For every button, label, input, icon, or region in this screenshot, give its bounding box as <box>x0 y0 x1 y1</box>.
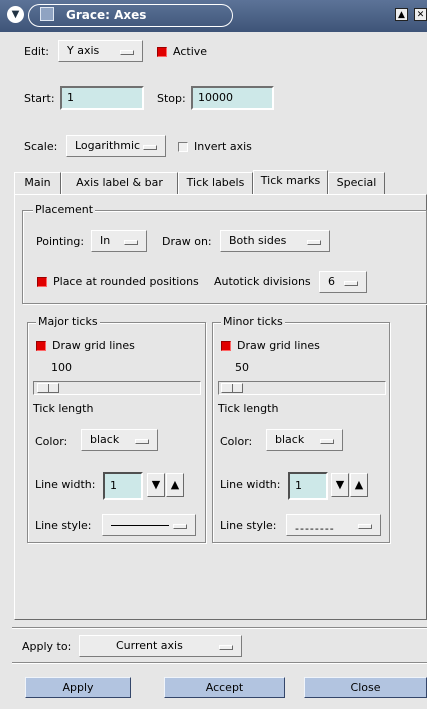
dropdown-indicator-icon <box>173 524 187 529</box>
minor-ticks-title: Minor ticks <box>221 315 285 328</box>
minor-line-style-select[interactable]: -------- <box>286 514 381 536</box>
minor-color-value: black <box>275 433 305 446</box>
autotick-value: 6 <box>328 275 335 288</box>
chevron-down-icon[interactable]: ▼ <box>7 6 24 23</box>
invert-axis-label: Invert axis <box>194 140 252 153</box>
apply-to-select[interactable]: Current axis <box>79 635 242 657</box>
invert-axis-checkbox[interactable] <box>178 142 188 152</box>
major-ticks-title: Major ticks <box>36 315 100 328</box>
maximize-icon[interactable]: ▲ <box>395 8 408 21</box>
accept-button[interactable]: Accept <box>164 677 285 698</box>
apply-button[interactable]: Apply <box>25 677 131 698</box>
arrow-down-icon[interactable]: ▼ <box>147 473 165 497</box>
major-tick-length-label: Tick length <box>33 402 94 415</box>
pointing-value: In <box>100 234 111 247</box>
stop-label: Stop: <box>157 92 186 105</box>
pointing-label: Pointing: <box>36 235 85 248</box>
stop-input[interactable]: 10000 <box>191 86 274 110</box>
major-color-label: Color: <box>35 435 68 448</box>
close-button[interactable]: Close <box>304 677 427 698</box>
dropdown-indicator-icon <box>120 50 134 55</box>
close-icon[interactable]: ✕ <box>414 8 427 21</box>
arrow-up-icon[interactable]: ▲ <box>350 473 368 497</box>
tab-special[interactable]: Special <box>328 172 385 194</box>
major-line-style-select[interactable] <box>102 514 196 536</box>
arrow-down-icon[interactable]: ▼ <box>331 473 349 497</box>
app-window-icon <box>40 7 54 21</box>
dropdown-indicator-icon <box>135 439 149 444</box>
dropdown-indicator-icon <box>124 240 138 245</box>
major-value: 100 <box>51 361 72 374</box>
major-line-width-input[interactable]: 1 <box>103 472 143 500</box>
minor-grid-label: Draw grid lines <box>237 339 320 352</box>
scale-value: Logarithmic <box>75 139 141 152</box>
minor-color-select[interactable]: black <box>266 429 343 451</box>
minor-tick-length-label: Tick length <box>218 402 279 415</box>
minor-line-style-label: Line style: <box>220 519 277 532</box>
draw-on-label: Draw on: <box>162 235 212 248</box>
minor-value: 50 <box>235 361 249 374</box>
draw-on-select[interactable]: Both sides <box>220 230 330 252</box>
separator <box>12 662 427 664</box>
rounded-positions-label: Place at rounded positions <box>53 275 199 288</box>
major-grid-checkbox[interactable] <box>36 341 46 351</box>
major-line-width-label: Line width: <box>35 478 96 491</box>
slider-thumb[interactable] <box>37 383 59 393</box>
major-tick-length-slider[interactable] <box>33 381 201 395</box>
major-line-style-label: Line style: <box>35 519 92 532</box>
autotick-select[interactable]: 6 <box>319 271 367 293</box>
slider-thumb[interactable] <box>221 383 243 393</box>
scale-select[interactable]: Logarithmic <box>66 135 166 157</box>
major-grid-label: Draw grid lines <box>52 339 135 352</box>
title-bar: ▼ Grace: Axes ▲ ✕ <box>0 0 427 32</box>
tab-main[interactable]: Main <box>14 172 61 194</box>
minor-tick-length-slider[interactable] <box>218 381 386 395</box>
start-label: Start: <box>24 92 55 105</box>
tab-bar: Main Axis label & bar Tick labels Tick m… <box>14 170 427 195</box>
active-checkbox[interactable] <box>157 47 167 57</box>
arrow-up-icon[interactable]: ▲ <box>166 473 184 497</box>
start-input[interactable]: 1 <box>60 86 144 110</box>
autotick-label: Autotick divisions <box>214 275 311 288</box>
active-label: Active <box>173 45 208 58</box>
draw-on-value: Both sides <box>229 234 287 247</box>
minor-grid-checkbox[interactable] <box>221 341 231 351</box>
apply-to-label: Apply to: <box>22 640 72 653</box>
major-color-value: black <box>90 433 120 446</box>
dropdown-indicator-icon <box>219 645 233 650</box>
minor-color-label: Color: <box>220 435 253 448</box>
minor-line-width-label: Line width: <box>220 478 281 491</box>
tab-axis-label-bar[interactable]: Axis label & bar <box>61 172 178 194</box>
edit-axis-value: Y axis <box>67 44 100 57</box>
minor-line-width-input[interactable]: 1 <box>288 472 328 500</box>
major-color-select[interactable]: black <box>81 429 158 451</box>
apply-to-value: Current axis <box>116 639 183 652</box>
pointing-select[interactable]: In <box>91 230 147 252</box>
edit-axis-select[interactable]: Y axis <box>58 40 143 62</box>
dropdown-indicator-icon <box>344 281 358 286</box>
tab-tick-labels[interactable]: Tick labels <box>178 172 253 194</box>
solid-line-swatch <box>111 525 169 526</box>
tab-tick-marks[interactable]: Tick marks <box>253 170 328 195</box>
dashed-line-swatch: -------- <box>295 522 335 535</box>
edit-label: Edit: <box>24 45 50 58</box>
separator <box>12 627 427 629</box>
dropdown-indicator-icon <box>143 145 157 150</box>
dropdown-indicator-icon <box>320 439 334 444</box>
dropdown-indicator-icon <box>307 240 321 245</box>
rounded-positions-checkbox[interactable] <box>37 277 47 287</box>
placement-title: Placement <box>33 203 96 216</box>
dropdown-indicator-icon <box>358 524 372 529</box>
scale-label: Scale: <box>24 140 58 153</box>
window-title: Grace: Axes <box>66 8 147 22</box>
